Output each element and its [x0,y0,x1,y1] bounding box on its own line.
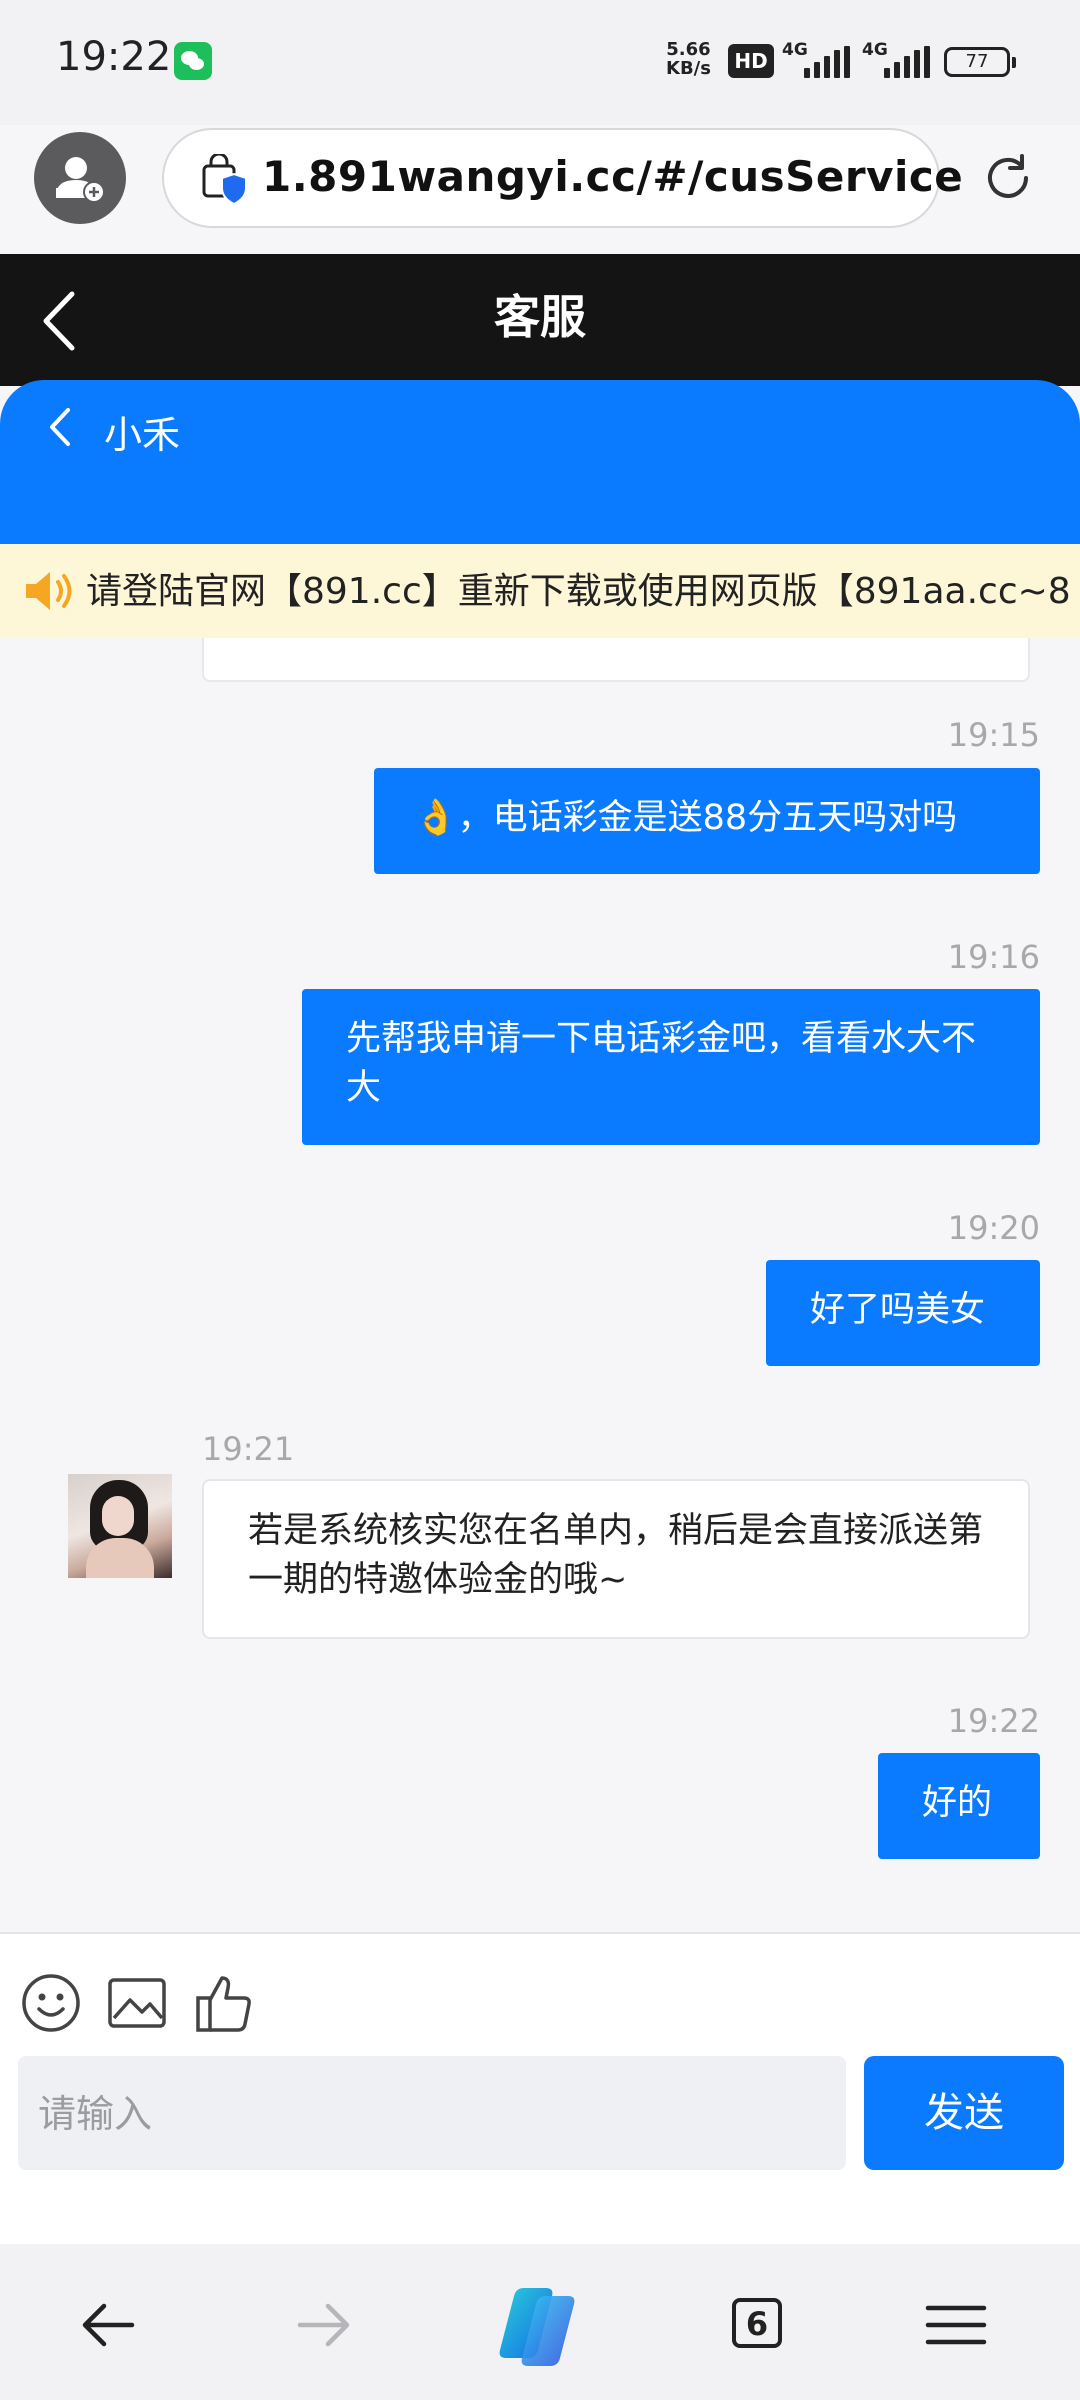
speaker-icon [22,566,78,616]
tabs-count-icon[interactable]: 6 [732,2298,782,2348]
network-speed-value: 5.66 [666,39,711,60]
message-timestamp: 19:15 [947,716,1040,754]
thumbs-up-icon[interactable] [194,1972,256,2034]
message-timestamp: 19:20 [947,1209,1040,1247]
menu-icon[interactable] [918,2290,994,2360]
image-icon[interactable] [106,1972,168,2034]
nav-forward-icon[interactable] [286,2290,362,2360]
outgoing-message[interactable]: 好了吗美女 [766,1260,1040,1366]
agent-name: 小禾 [104,413,181,457]
chevron-left-icon[interactable] [46,404,76,450]
outgoing-message[interactable]: 👌，电话彩金是送88分五天吗对吗 [374,768,1040,874]
message-timestamp: 19:22 [947,1702,1040,1740]
signal-strength-icon: 4G [782,40,852,80]
security-lock-icon[interactable] [200,152,250,206]
profile-icon[interactable] [34,132,126,224]
send-button[interactable]: 发送 [864,2056,1064,2170]
hd-voice-icon: HD [728,44,774,78]
nav-back-icon[interactable] [70,2290,146,2360]
status-time: 19:22 [56,34,172,80]
emoji-icon[interactable] [20,1972,82,2034]
previous-message-bubble [202,638,1030,682]
message-input[interactable] [36,2056,830,2172]
page-title: 客服 [494,290,586,344]
signal-strength-icon: 4G [862,40,932,80]
agent-avatar[interactable] [68,1474,172,1578]
status-bar: 19:22 5.66 KB/s HD 4G 4G 77 [0,0,1080,125]
outgoing-message[interactable]: 好的 [878,1753,1040,1859]
incoming-message[interactable]: 若是系统核实您在名单内，稍后是会直接派送第一期的特邀体验金的哦~ [202,1479,1030,1639]
battery-icon: 77 [944,47,1016,77]
url-text[interactable]: 1.891wangyi.cc/#/cusService [262,152,963,201]
chat-area[interactable]: 19:15 👌，电话彩金是送88分五天吗对吗 19:16 先帮我申请一下电话彩金… [0,638,1080,1932]
wechat-notification-icon [174,42,212,80]
back-icon[interactable] [36,288,86,354]
notice-bar: 请登陆官网【891.cc】重新下载或使用网页版【891aa.cc~8 [0,544,1080,638]
copilot-icon[interactable] [494,2282,586,2370]
reload-icon[interactable] [978,148,1038,208]
outgoing-message[interactable]: 先帮我申请一下电话彩金吧，看看水大不大 [302,989,1040,1145]
network-speed: 5.66 KB/s [666,40,711,78]
notice-text: 请登陆官网【891.cc】重新下载或使用网页版【891aa.cc~8 [86,571,1071,612]
message-timestamp: 19:21 [202,1430,295,1468]
message-timestamp: 19:16 [947,938,1040,976]
network-speed-unit: KB/s [666,58,711,79]
message-input-container[interactable] [18,2056,846,2172]
